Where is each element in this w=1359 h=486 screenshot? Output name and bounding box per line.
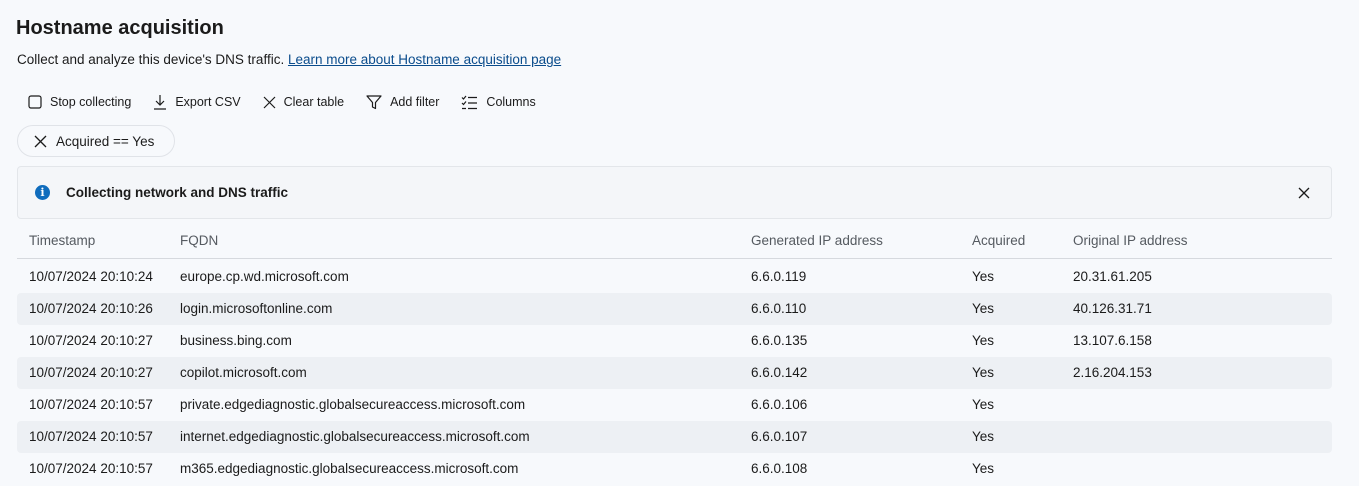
page-description: Collect and analyze this device's DNS tr… xyxy=(17,52,561,67)
cell-fqdn: copilot.microsoft.com xyxy=(180,365,307,380)
cell-acquired: Yes xyxy=(972,429,995,444)
column-header-generated-ip[interactable]: Generated IP address xyxy=(751,225,883,257)
checkbox-square-icon xyxy=(28,95,42,109)
column-header-acquired[interactable]: Acquired xyxy=(972,225,1025,257)
export-csv-label: Export CSV xyxy=(175,95,241,109)
cell-generated-ip: 6.6.0.108 xyxy=(751,461,808,476)
cell-acquired: Yes xyxy=(972,365,995,380)
cell-fqdn: europe.cp.wd.microsoft.com xyxy=(180,269,349,284)
cell-fqdn: m365.edgediagnostic.globalsecureaccess.m… xyxy=(180,461,519,476)
add-filter-button[interactable]: Add filter xyxy=(366,90,439,114)
table-row[interactable]: 10/07/2024 20:10:24 europe.cp.wd.microso… xyxy=(17,261,1332,293)
cell-acquired: Yes xyxy=(972,397,995,412)
dismiss-banner-button[interactable] xyxy=(1295,184,1313,202)
cell-acquired: Yes xyxy=(972,301,995,316)
clear-table-button[interactable]: Clear table xyxy=(263,90,344,114)
cell-generated-ip: 6.6.0.142 xyxy=(751,365,808,380)
banner-message: Collecting network and DNS traffic xyxy=(66,185,289,200)
cell-timestamp: 10/07/2024 20:10:57 xyxy=(29,429,153,444)
add-filter-label: Add filter xyxy=(390,95,440,109)
clear-table-label: Clear table xyxy=(283,95,345,109)
stop-collecting-label: Stop collecting xyxy=(50,95,132,109)
filter-chip-acquired[interactable]: Acquired == Yes xyxy=(17,125,175,157)
cell-timestamp: 10/07/2024 20:10:57 xyxy=(29,397,153,412)
description-text: Collect and analyze this device's DNS tr… xyxy=(17,52,285,67)
toolbar: Stop collecting Export CSV Clear table A… xyxy=(28,90,558,114)
cell-fqdn: internet.edgediagnostic.globalsecureacce… xyxy=(180,429,530,444)
cell-timestamp: 10/07/2024 20:10:27 xyxy=(29,365,153,380)
cell-timestamp: 10/07/2024 20:10:26 xyxy=(29,301,153,316)
table-header: Timestamp FQDN Generated IP address Acqu… xyxy=(17,224,1332,259)
cell-acquired: Yes xyxy=(972,461,995,476)
status-banner: i Collecting network and DNS traffic xyxy=(17,166,1332,219)
cell-timestamp: 10/07/2024 20:10:57 xyxy=(29,461,153,476)
cell-original-ip: 13.107.6.158 xyxy=(1073,333,1152,348)
table-row[interactable]: 10/07/2024 20:10:27 copilot.microsoft.co… xyxy=(17,357,1332,389)
table-row[interactable]: 10/07/2024 20:10:57 m365.edgediagnostic.… xyxy=(17,453,1332,485)
column-header-fqdn[interactable]: FQDN xyxy=(180,225,218,257)
cell-generated-ip: 6.6.0.106 xyxy=(751,397,808,412)
cell-acquired: Yes xyxy=(972,333,995,348)
table-row[interactable]: 10/07/2024 20:10:57 internet.edgediagnos… xyxy=(17,421,1332,453)
cell-original-ip: 40.126.31.71 xyxy=(1073,301,1152,316)
cell-generated-ip: 6.6.0.107 xyxy=(751,429,808,444)
cell-generated-ip: 6.6.0.135 xyxy=(751,333,808,348)
cell-fqdn: login.microsoftonline.com xyxy=(180,301,333,316)
table-row[interactable]: 10/07/2024 20:10:27 business.bing.com 6.… xyxy=(17,325,1332,357)
cell-generated-ip: 6.6.0.119 xyxy=(751,269,807,284)
filter-chip-label: Acquired == Yes xyxy=(56,133,155,149)
learn-more-link[interactable]: Learn more about Hostname acquisition pa… xyxy=(288,52,561,67)
cell-timestamp: 10/07/2024 20:10:27 xyxy=(29,333,153,348)
column-header-original-ip[interactable]: Original IP address xyxy=(1073,225,1188,257)
cell-original-ip: 20.31.61.205 xyxy=(1073,269,1152,284)
hostname-acquisition-page: Hostname acquisition Collect and analyze… xyxy=(0,0,1359,486)
stop-collecting-button[interactable]: Stop collecting xyxy=(28,90,131,114)
cell-generated-ip: 6.6.0.110 xyxy=(751,301,807,316)
download-icon xyxy=(154,95,167,110)
remove-filter-icon[interactable] xyxy=(34,135,47,148)
cell-fqdn: business.bing.com xyxy=(180,333,292,348)
column-header-timestamp[interactable]: Timestamp xyxy=(29,225,95,257)
cell-fqdn: private.edgediagnostic.globalsecureacces… xyxy=(180,397,526,412)
table-row[interactable]: 10/07/2024 20:10:26 login.microsoftonlin… xyxy=(17,293,1332,325)
filter-icon xyxy=(366,94,382,109)
columns-label: Columns xyxy=(486,95,536,109)
close-icon xyxy=(263,96,276,108)
export-csv-button[interactable]: Export CSV xyxy=(153,90,241,114)
column-list-icon xyxy=(461,95,478,109)
cell-timestamp: 10/07/2024 20:10:24 xyxy=(29,269,153,284)
table-row[interactable]: 10/07/2024 20:10:57 private.edgediagnost… xyxy=(17,389,1332,421)
page-title: Hostname acquisition xyxy=(16,17,224,39)
table-body: 10/07/2024 20:10:24 europe.cp.wd.microso… xyxy=(17,259,1332,485)
cell-original-ip: 2.16.204.153 xyxy=(1073,365,1152,380)
info-icon: i xyxy=(35,185,50,200)
cell-acquired: Yes xyxy=(972,269,995,284)
hostname-table: Timestamp FQDN Generated IP address Acqu… xyxy=(17,224,1332,485)
close-icon xyxy=(1298,187,1310,199)
columns-button[interactable]: Columns xyxy=(461,90,536,114)
